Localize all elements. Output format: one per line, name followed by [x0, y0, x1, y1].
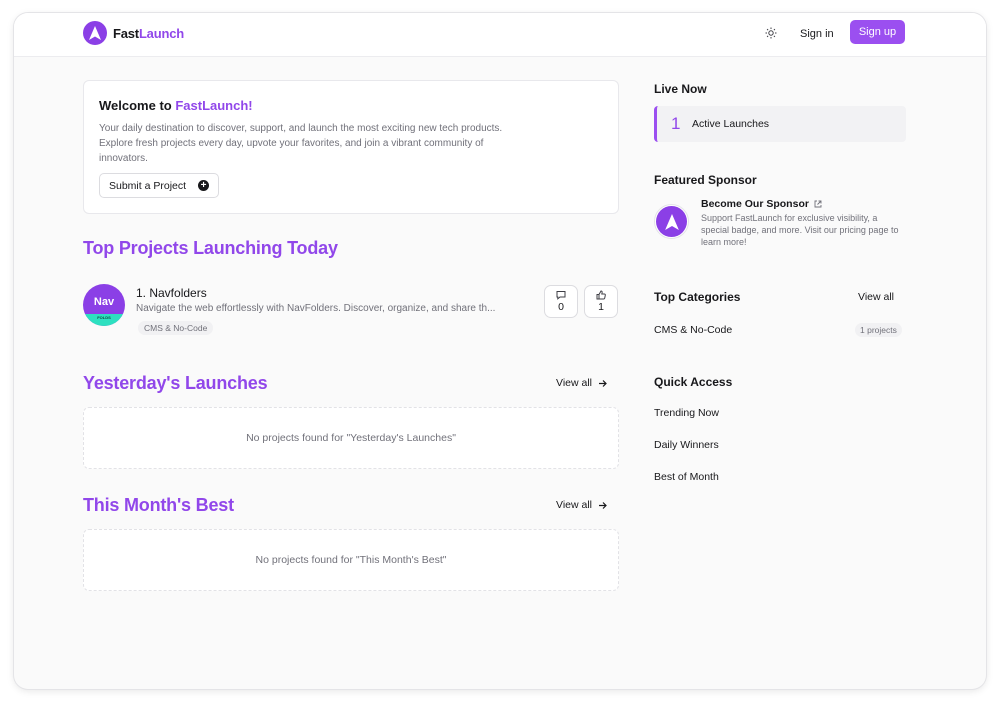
featured-sponsor-heading: Featured Sponsor — [654, 173, 757, 187]
plus-circle-icon: + — [198, 180, 209, 191]
view-all-label: View all — [556, 499, 592, 511]
submit-project-label: Submit a Project — [109, 179, 187, 192]
arrow-right-icon — [599, 501, 607, 509]
theme-toggle-button[interactable] — [762, 24, 780, 42]
sponsor-title: Become Our Sponsor — [701, 198, 809, 210]
comment-count-button[interactable]: 0 — [544, 285, 578, 318]
welcome-description: Your daily destination to discover, supp… — [99, 123, 503, 164]
active-launches-label: Active Launches — [692, 118, 770, 130]
upvote-button[interactable]: 1 — [584, 285, 618, 318]
month-empty-state: No projects found for "This Month's Best… — [83, 529, 619, 591]
become-sponsor-link[interactable]: Become Our Sponsor — [701, 198, 822, 210]
quick-access-trending-now[interactable]: Trending Now — [654, 407, 719, 419]
category-item-name[interactable]: CMS & No-Code — [654, 324, 732, 336]
comment-count: 0 — [558, 301, 564, 313]
sun-icon — [765, 27, 777, 39]
project-row[interactable]: Nav FOLDS 1. Navfolders Navigate the web… — [83, 283, 619, 343]
project-logo-text: Nav — [93, 296, 115, 308]
quick-access-best-of-month[interactable]: Best of Month — [654, 471, 719, 483]
top-navbar: FastLaunch Sign in Sign up — [14, 13, 986, 57]
project-logo: Nav FOLDS — [83, 284, 125, 326]
rocket-logo-icon — [83, 21, 107, 45]
rocket-logo-icon — [656, 206, 687, 237]
external-link-icon — [814, 200, 822, 208]
brand-name-part2: Launch — [138, 25, 184, 41]
yesterday-section-title: Yesterday's Launches — [83, 373, 268, 393]
active-launches-card[interactable]: 1 Active Launches — [654, 106, 906, 142]
welcome-title-prefix: Welcome to — [99, 98, 176, 113]
active-launches-count: 1 — [671, 114, 681, 133]
thumbs-up-icon — [596, 290, 606, 300]
brand-logo[interactable]: FastLaunch — [83, 21, 184, 45]
sponsor-description: Support FastLaunch for exclusive visibil… — [701, 213, 899, 247]
project-logo-subtext: FOLDS — [83, 314, 125, 326]
project-category-tag[interactable]: CMS & No-Code — [138, 321, 214, 335]
welcome-title: Welcome to FastLaunch! — [99, 98, 253, 113]
sign-up-button[interactable]: Sign up — [850, 20, 905, 44]
browser-window: FastLaunch Sign in Sign up Welcome to Fa… — [14, 13, 986, 689]
yesterday-empty-state: No projects found for "Yesterday's Launc… — [83, 407, 619, 469]
top-categories-heading: Top Categories — [654, 290, 741, 304]
today-section-title: Top Projects Launching Today — [83, 238, 338, 258]
arrow-right-icon — [599, 379, 607, 387]
yesterday-view-all-link[interactable]: View all — [556, 377, 607, 389]
comment-icon — [556, 291, 566, 300]
project-name[interactable]: 1. Navfolders — [136, 286, 207, 300]
welcome-title-brand: FastLaunch! — [175, 98, 253, 113]
project-description: Navigate the web effortlessly with NavFo… — [136, 303, 496, 314]
sponsor-logo[interactable] — [654, 204, 689, 239]
welcome-card: Welcome to FastLaunch! Your daily destin… — [83, 80, 619, 214]
month-section-title: This Month's Best — [83, 495, 234, 515]
upvote-count: 1 — [598, 301, 604, 313]
category-count-badge: 1 projects — [855, 323, 902, 337]
submit-project-button[interactable]: Submit a Project + — [99, 173, 219, 198]
sign-in-button[interactable]: Sign in — [792, 23, 842, 45]
live-now-heading: Live Now — [654, 82, 707, 96]
view-all-label: View all — [556, 377, 592, 389]
brand-name-part1: Fast — [113, 25, 139, 41]
categories-view-all-link[interactable]: View all — [858, 291, 894, 303]
quick-access-daily-winners[interactable]: Daily Winners — [654, 439, 719, 451]
quick-access-heading: Quick Access — [654, 375, 733, 389]
month-view-all-link[interactable]: View all — [556, 499, 607, 511]
brand-name: FastLaunch — [113, 26, 184, 41]
